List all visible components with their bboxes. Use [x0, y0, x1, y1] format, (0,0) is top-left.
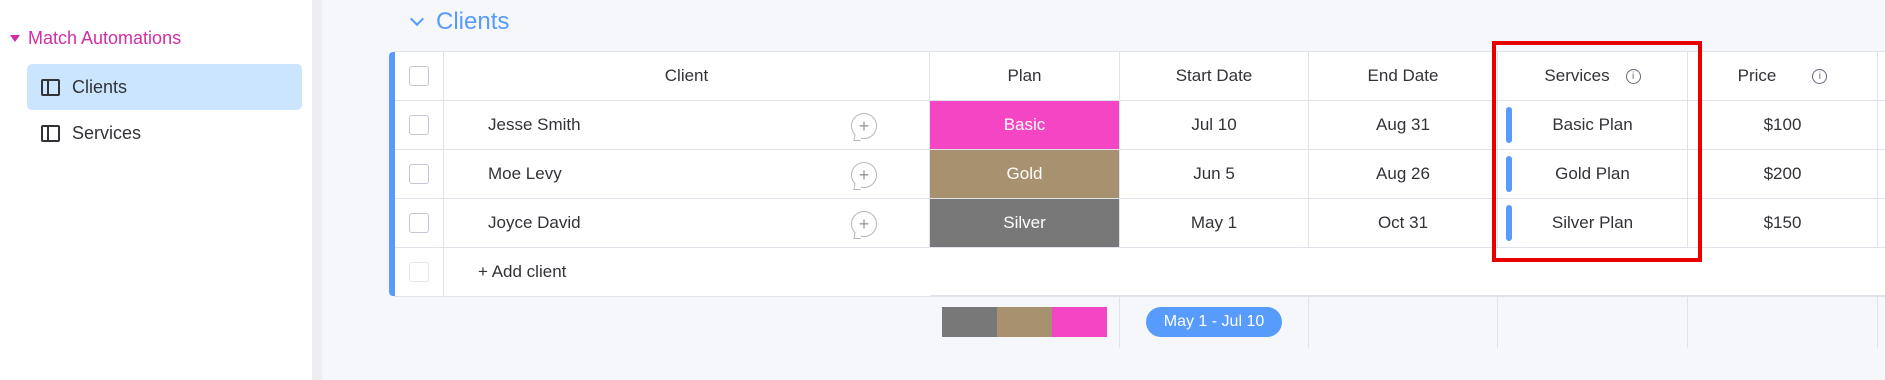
select-all-cell [394, 52, 444, 100]
price-cell[interactable]: $150 [1688, 199, 1878, 247]
price-summary-cell [1688, 296, 1878, 348]
board-icon [41, 78, 60, 96]
price-cell[interactable]: $200 [1688, 150, 1878, 198]
caret-down-icon [10, 35, 20, 42]
end-date-cell[interactable]: Aug 31 [1309, 101, 1498, 149]
workspace-title: Match Automations [28, 28, 182, 48]
column-header-plan[interactable]: Plan [930, 52, 1120, 100]
row-checkbox[interactable] [408, 213, 429, 233]
chevron-down-icon[interactable] [409, 11, 425, 27]
row-check-cell [394, 248, 444, 296]
group-header[interactable]: Clients [409, 8, 509, 36]
add-update-icon[interactable]: + [851, 211, 877, 237]
row-checkbox[interactable] [408, 164, 429, 184]
distribution-segment-silver [941, 307, 997, 337]
column-overflow [1878, 199, 1885, 247]
end-date-cell[interactable]: Aug 26 [1309, 150, 1498, 198]
annotation-highlight-box [1492, 41, 1702, 262]
plan-status-cell[interactable]: Silver [930, 199, 1120, 247]
column-header-label: Price [1737, 66, 1777, 85]
column-overflow [1878, 150, 1885, 198]
column-overflow [1878, 101, 1885, 149]
column-overflow [1878, 52, 1885, 100]
select-all-checkbox[interactable] [408, 66, 429, 86]
summary-row: May 1 - Jul 10 [930, 295, 1885, 348]
add-update-icon[interactable]: + [851, 113, 877, 139]
services-summary-cell [1498, 296, 1688, 348]
client-name: Moe Levy [488, 164, 562, 183]
row-checkbox [408, 262, 429, 282]
sidebar: Match Automations Clients Services [0, 0, 322, 380]
sidebar-item-clients[interactable]: Clients [27, 64, 302, 110]
client-name: Joyce David [488, 213, 581, 232]
column-header-price[interactable]: Price i [1688, 52, 1878, 100]
plan-distribution-bar [941, 307, 1108, 337]
column-header-client[interactable]: Client [444, 52, 930, 100]
timeline-summary-pill: May 1 - Jul 10 [1145, 307, 1283, 337]
distribution-segment-basic [1052, 307, 1108, 337]
client-name-cell[interactable]: Jesse Smith + [444, 101, 930, 149]
column-header-end-date[interactable]: End Date [1309, 52, 1498, 100]
plan-summary-cell[interactable] [930, 296, 1120, 348]
add-update-icon[interactable]: + [851, 162, 877, 188]
client-name-cell[interactable]: Joyce David + [444, 199, 930, 247]
start-date-cell[interactable]: Jul 10 [1120, 101, 1309, 149]
plan-status-cell[interactable]: Gold [930, 150, 1120, 198]
start-date-summary-cell[interactable]: May 1 - Jul 10 [1120, 296, 1309, 348]
start-date-cell[interactable]: May 1 [1120, 199, 1309, 247]
row-check-cell [394, 101, 444, 149]
group-title[interactable]: Clients [436, 8, 509, 36]
end-date-summary-cell [1309, 296, 1498, 348]
row-check-cell [394, 199, 444, 247]
distribution-segment-gold [996, 307, 1053, 337]
row-checkbox[interactable] [408, 115, 429, 135]
sidebar-item-services[interactable]: Services [27, 110, 302, 156]
price-cell[interactable]: $100 [1688, 101, 1878, 149]
workspace-folder[interactable]: Match Automations [10, 28, 181, 49]
info-icon[interactable]: i [1812, 68, 1828, 84]
column-header-start-date[interactable]: Start Date [1120, 52, 1309, 100]
start-date-cell[interactable]: Jun 5 [1120, 150, 1309, 198]
row-check-cell [394, 150, 444, 198]
sidebar-item-label: Clients [72, 76, 128, 97]
end-date-cell[interactable]: Oct 31 [1309, 199, 1498, 247]
plan-status-cell[interactable]: Basic [930, 101, 1120, 149]
board-icon [41, 124, 60, 142]
client-name: Jesse Smith [488, 115, 581, 134]
sidebar-item-label: Services [72, 122, 142, 143]
client-name-cell[interactable]: Moe Levy + [444, 150, 930, 198]
